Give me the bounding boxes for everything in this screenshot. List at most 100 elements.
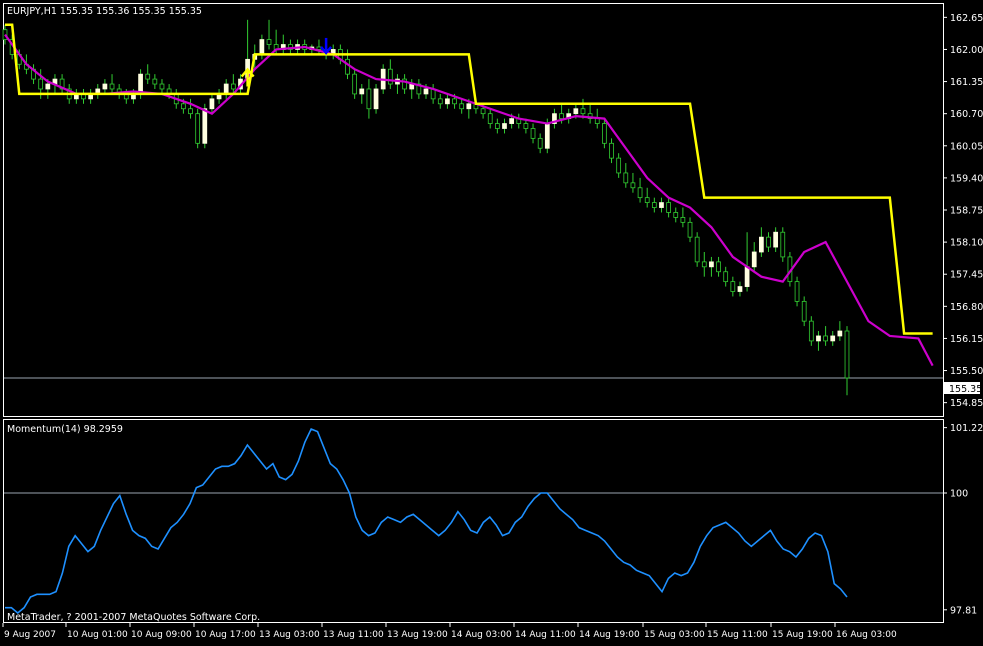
candle-body	[523, 123, 529, 129]
candle-body	[459, 103, 465, 110]
price-tick-label: 160.05	[950, 141, 983, 152]
candle-body	[316, 46, 322, 50]
price-tick-label: 159.40	[950, 173, 983, 184]
candle-body	[345, 58, 350, 75]
candle-body	[808, 320, 814, 342]
momentum-tick-label: 97.81	[950, 605, 977, 616]
price-tick-label: 162.65	[950, 13, 983, 24]
candle-body	[751, 251, 757, 268]
candle-body	[45, 83, 51, 90]
price-tick-label: 156.15	[950, 334, 983, 345]
momentum-tick-label: 101.2257	[950, 423, 983, 434]
candle-body	[744, 266, 750, 287]
candle-body	[609, 142, 614, 159]
candle-body	[766, 236, 771, 248]
price-tick-label: 158.10	[950, 238, 983, 249]
candle-body	[637, 187, 643, 199]
chart-header: EURJPY,H1 155.35 155.36 155.35 155.35	[7, 6, 202, 17]
candle-body	[195, 113, 201, 144]
candle-body	[445, 98, 450, 105]
time-tick-label: 13 Aug 19:00	[387, 630, 448, 640]
candle-body	[480, 108, 486, 115]
candle-body	[701, 261, 707, 268]
candle-body	[537, 137, 543, 149]
time-tick-label: 10 Aug 01:00	[67, 630, 128, 640]
candle-body	[487, 113, 493, 124]
candle-body	[630, 182, 636, 189]
candle-body	[259, 39, 265, 55]
candle-body	[266, 39, 272, 45]
indicator-label: Momentum(14) 98.2959	[7, 424, 123, 435]
candle-body	[666, 202, 671, 213]
candle-body	[759, 236, 764, 253]
candle-body	[716, 261, 721, 273]
candle-body	[709, 261, 714, 268]
candle-body	[737, 286, 743, 292]
time-tick-label: 10 Aug 09:00	[131, 630, 192, 640]
candle-body	[509, 118, 514, 124]
time-tick-label: 14 Aug 11:00	[515, 630, 576, 640]
candle-body	[466, 103, 472, 110]
time-tick-label: 15 Aug 19:00	[772, 630, 833, 640]
momentum-tick-label: 100	[950, 489, 968, 500]
candle-body	[102, 83, 108, 90]
candle-body	[373, 88, 379, 110]
current-price-tag: 155.35	[944, 382, 982, 395]
candle-body	[780, 231, 786, 258]
copyright-footer: MetaTrader, ? 2001-2007 MetaQuotes Softw…	[7, 612, 260, 623]
price-tick-label: 160.70	[950, 109, 983, 120]
price-tick-label: 161.35	[950, 77, 983, 88]
time-tick-label: 9 Aug 2007	[4, 630, 56, 640]
candle-body	[530, 128, 536, 139]
chart-window: 162.65 162.00 161.35 160.70 160.05 159.40 158.…	[0, 0, 983, 642]
candle-body	[673, 212, 679, 218]
candle-body	[823, 335, 828, 342]
candle-body	[723, 271, 729, 283]
candle-body	[573, 108, 579, 115]
candle-body	[502, 123, 507, 129]
price-tick-label: 154.85	[950, 398, 983, 409]
candle-body	[452, 98, 457, 105]
time-tick-label: 14 Aug 03:00	[451, 630, 512, 640]
price-tick-label: 155.50	[950, 366, 983, 377]
candle-body	[816, 335, 821, 342]
candle-body	[559, 113, 564, 120]
candle-body	[730, 281, 736, 292]
candle-body	[152, 78, 158, 85]
candle-body	[181, 103, 186, 110]
candle-body	[580, 108, 586, 115]
candle-body	[352, 73, 358, 95]
candle-body	[687, 221, 693, 238]
time-tick-label: 16 Aug 03:00	[836, 630, 897, 640]
current-price-label: 155.35	[949, 384, 982, 395]
time-tick-label: 14 Aug 19:00	[579, 630, 640, 640]
candle-body	[230, 83, 236, 90]
candle-body	[830, 335, 836, 342]
candle-body	[773, 231, 779, 248]
candle-body	[694, 236, 700, 263]
candle-body	[659, 202, 664, 208]
candle-body	[387, 68, 393, 85]
candle-body	[437, 98, 443, 105]
candle-body	[623, 172, 629, 184]
candle-body	[844, 330, 850, 379]
candle-body	[616, 157, 622, 174]
candle-body	[594, 118, 600, 124]
time-tick-label: 15 Aug 03:00	[644, 630, 705, 640]
candle-body	[494, 123, 500, 129]
candle-body	[202, 108, 208, 144]
candle-body	[544, 123, 550, 149]
candle-body	[223, 83, 229, 95]
time-tick-label: 10 Aug 17:00	[195, 630, 256, 640]
candle-body	[602, 123, 607, 144]
candle-body	[109, 83, 115, 90]
time-tick-label: 13 Aug 03:00	[259, 630, 320, 640]
candle-body	[159, 83, 165, 90]
candle-body	[359, 88, 365, 95]
price-tick-label: 158.75	[950, 206, 983, 217]
candle-body	[644, 197, 650, 203]
time-tick-label: 13 Aug 11:00	[323, 630, 384, 640]
candle-body	[38, 78, 44, 90]
time-tick-label: 15 Aug 11:00	[707, 630, 768, 640]
price-tick-label: 162.00	[950, 45, 983, 56]
